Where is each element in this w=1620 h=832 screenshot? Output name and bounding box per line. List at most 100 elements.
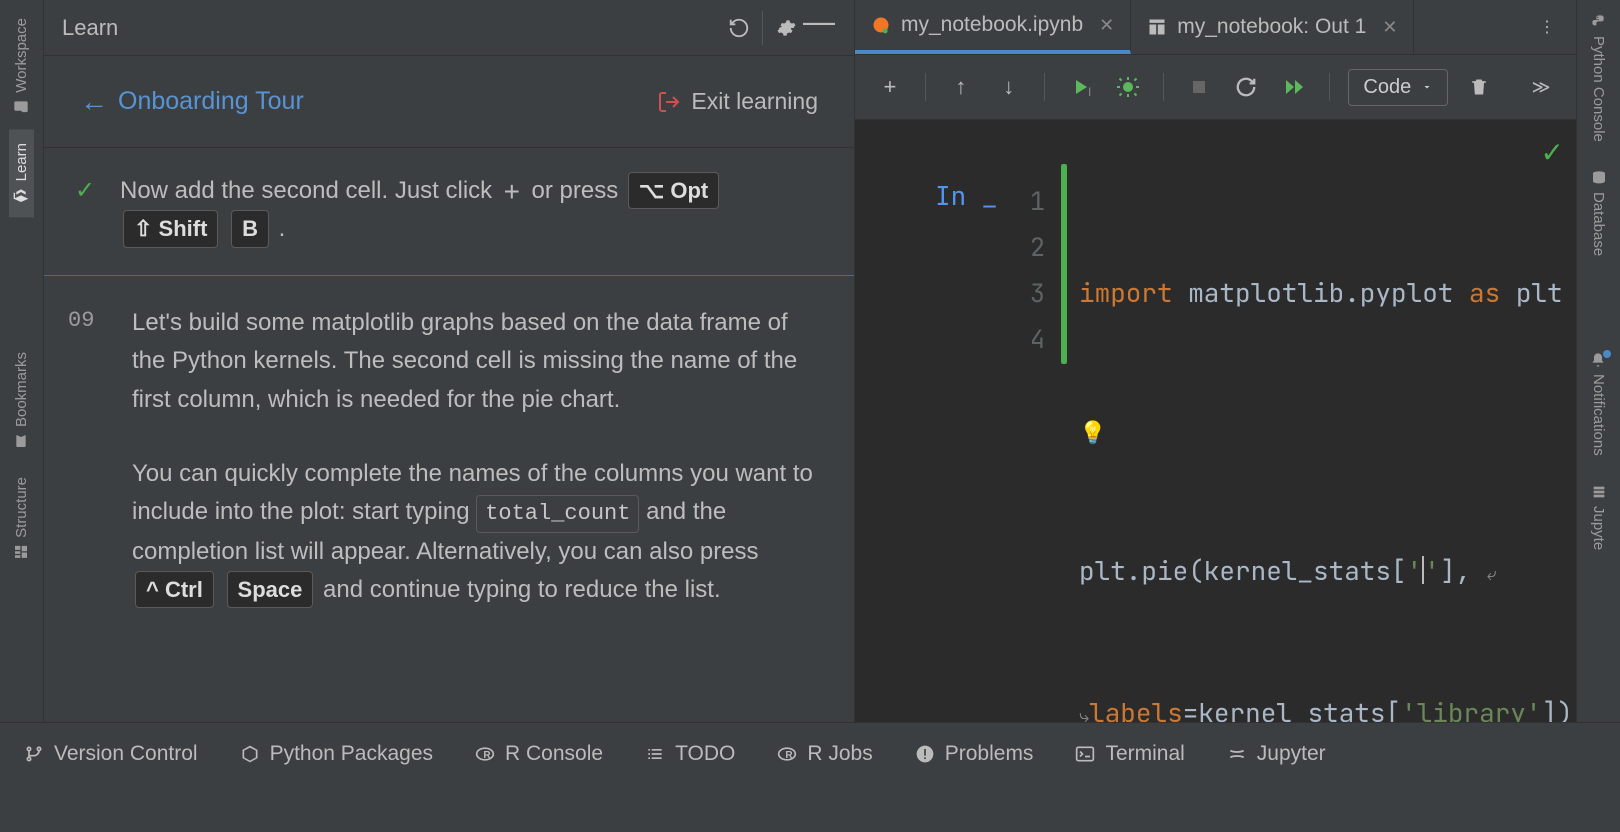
- check-icon: ✓: [68, 172, 102, 249]
- sidebar-item-jupyter[interactable]: Jupyte: [1586, 470, 1611, 564]
- bottom-item-todo[interactable]: TODO: [645, 742, 735, 766]
- move-up-button[interactable]: ↑: [944, 70, 978, 104]
- packages-icon: [240, 744, 260, 764]
- line-number: 2: [1025, 224, 1045, 270]
- bottom-label: TODO: [675, 742, 735, 766]
- sidebar-item-workspace[interactable]: Workspace: [9, 4, 34, 129]
- sidebar-label: Learn: [13, 143, 30, 181]
- restart-icon[interactable]: [722, 11, 756, 45]
- run-all-button[interactable]: [1277, 70, 1311, 104]
- key-ctrl: ^ Ctrl: [135, 571, 214, 608]
- cell-type-select[interactable]: Code: [1348, 69, 1448, 106]
- line-numbers: 1 2 3 4: [1025, 178, 1045, 362]
- back-arrow-icon[interactable]: ←: [80, 86, 108, 118]
- code-text: plt: [1500, 275, 1562, 310]
- folder-icon: [14, 99, 30, 115]
- onboarding-tour-link[interactable]: Onboarding Tour: [118, 87, 304, 116]
- bottom-item-r-console[interactable]: R R Console: [475, 742, 603, 766]
- more-tabs-icon[interactable]: ⋮: [1530, 10, 1564, 44]
- close-icon[interactable]: ✕: [1382, 17, 1397, 38]
- code-text: matplotlib.pyplot: [1173, 275, 1469, 310]
- step-paragraph-2: You can quickly complete the names of th…: [132, 455, 816, 609]
- inspection-check-icon[interactable]: ✓: [1541, 134, 1564, 171]
- python-icon: [1591, 14, 1607, 30]
- add-cell-button[interactable]: +: [873, 70, 907, 104]
- database-icon: [1591, 170, 1607, 186]
- restart-kernel-button[interactable]: [1230, 70, 1264, 104]
- svg-text:R: R: [786, 750, 794, 761]
- bottom-item-r-jobs[interactable]: R R Jobs: [777, 742, 872, 766]
- sidebar-item-bookmarks[interactable]: Bookmarks: [9, 338, 34, 463]
- tab-my-notebook[interactable]: my_notebook.ipynb ✕: [855, 0, 1131, 54]
- more-toolbar-icon[interactable]: ≫: [1524, 70, 1558, 104]
- current-step-text: Let's build some matplotlib graphs based…: [132, 304, 816, 610]
- string-literal: '': [1407, 553, 1440, 588]
- bottom-bar: Version Control Python Packages R R Cons…: [0, 722, 1620, 784]
- bottom-label: R Jobs: [807, 742, 872, 766]
- line-number: 3: [1025, 270, 1045, 316]
- step-number: 09: [68, 304, 114, 610]
- line-number: 1: [1025, 178, 1045, 224]
- cell-type-label: Code: [1363, 76, 1411, 99]
- move-down-button[interactable]: ↓: [992, 70, 1026, 104]
- soft-wrap-icon: ⤶: [1487, 563, 1497, 586]
- r-jobs-icon: R: [777, 744, 797, 764]
- sidebar-item-learn[interactable]: Learn: [9, 129, 34, 217]
- keyword: as: [1469, 275, 1500, 310]
- code-area[interactable]: ✓ In _ 1 2 3 4 import matplotlib.pyplot …: [855, 120, 1576, 722]
- sidebar-item-structure[interactable]: Structure: [9, 463, 34, 574]
- delete-cell-button[interactable]: [1462, 70, 1496, 104]
- gear-icon[interactable]: [762, 11, 796, 45]
- tab-bar: my_notebook.ipynb ✕ my_notebook: Out 1 ✕…: [855, 0, 1576, 55]
- terminal-icon: [1075, 744, 1095, 764]
- bottom-label: Jupyter: [1257, 742, 1326, 766]
- bulb-icon[interactable]: 💡: [1079, 418, 1106, 447]
- bottom-item-version-control[interactable]: Version Control: [24, 742, 198, 766]
- bottom-label: R Console: [505, 742, 603, 766]
- bottom-item-python-packages[interactable]: Python Packages: [240, 742, 433, 766]
- bottom-label: Problems: [945, 742, 1034, 766]
- line-number: 4: [1025, 316, 1045, 362]
- key-b: B: [231, 210, 269, 247]
- chevron-down-icon: [1421, 81, 1433, 93]
- jupyter-icon: [1227, 744, 1247, 764]
- stop-button[interactable]: [1182, 70, 1216, 104]
- list-icon: [645, 744, 665, 764]
- step-text-fragment: or press: [525, 177, 625, 204]
- sidebar-label: Database: [1590, 192, 1607, 256]
- minimize-icon[interactable]: —: [802, 11, 836, 45]
- code-text: plt.pie(kernel_stats[: [1079, 553, 1407, 588]
- learn-panel: Learn — ← Onboarding Tour Exit learning …: [44, 0, 854, 722]
- close-icon[interactable]: ✕: [1099, 15, 1114, 36]
- learn-nav: ← Onboarding Tour Exit learning: [44, 56, 854, 148]
- bottom-item-jupyter[interactable]: Jupyter: [1227, 742, 1326, 766]
- keyword: import: [1079, 275, 1173, 310]
- sidebar-label: Bookmarks: [13, 352, 30, 427]
- run-cell-button[interactable]: I: [1063, 70, 1097, 104]
- bottom-label: Terminal: [1105, 742, 1184, 766]
- text-fragment: and continue typing to reduce the list.: [316, 576, 720, 603]
- sidebar-label: Jupyte: [1590, 506, 1607, 550]
- sidebar-label: Python Console: [1590, 36, 1607, 142]
- book-icon: [14, 187, 30, 203]
- tab-out-1[interactable]: my_notebook: Out 1 ✕: [1131, 0, 1414, 54]
- exit-learning-button[interactable]: Exit learning: [657, 88, 818, 115]
- key-space: Space: [227, 571, 314, 608]
- exit-label: Exit learning: [691, 88, 818, 115]
- bottom-item-problems[interactable]: Problems: [915, 742, 1034, 766]
- right-sidebar: Python Console Database Notifications Ju…: [1576, 0, 1620, 722]
- editor-panel: my_notebook.ipynb ✕ my_notebook: Out 1 ✕…: [854, 0, 1576, 722]
- sidebar-label: Structure: [13, 477, 30, 538]
- debug-cell-button[interactable]: [1111, 70, 1145, 104]
- step-text-fragment: Now add the second cell. Just click: [120, 177, 499, 204]
- bookmark-icon: [14, 433, 30, 449]
- cell-run-indicator: [1061, 164, 1067, 364]
- sidebar-item-database[interactable]: Database: [1586, 156, 1611, 270]
- notification-dot: [1603, 350, 1611, 358]
- exit-icon: [657, 90, 681, 114]
- cell-prompt: In _: [935, 178, 997, 213]
- step-text-fragment: .: [272, 215, 285, 242]
- sidebar-item-python-console[interactable]: Python Console: [1586, 0, 1611, 156]
- bottom-item-terminal[interactable]: Terminal: [1075, 742, 1184, 766]
- sidebar-item-notifications[interactable]: Notifications: [1586, 338, 1611, 470]
